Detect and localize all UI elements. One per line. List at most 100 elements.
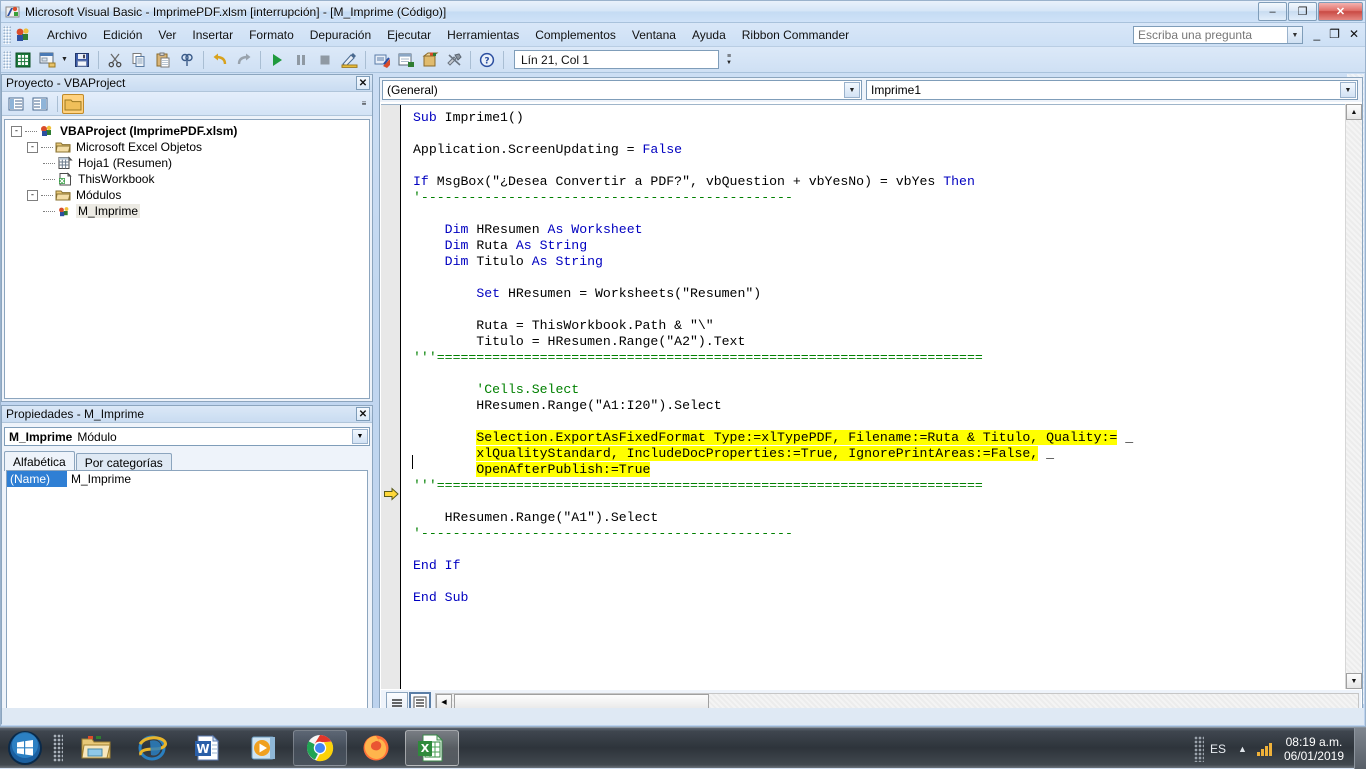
clock[interactable]: 08:19 a.m. 06/01/2019 xyxy=(1284,735,1344,763)
find-icon[interactable] xyxy=(176,49,198,71)
chevron-down-icon[interactable]: ▼ xyxy=(352,429,368,444)
code-line[interactable] xyxy=(413,158,1345,174)
menu-formato[interactable]: Formato xyxy=(241,25,302,45)
procedure-dropdown[interactable]: Imprime1 ▼ xyxy=(866,80,1358,100)
mdi-restore-button[interactable]: ❐ xyxy=(1329,27,1340,41)
maximize-button[interactable]: ❐ xyxy=(1288,2,1317,21)
tree-item-excel-objects[interactable]: - Microsoft Excel Objetos xyxy=(5,139,369,155)
code-line[interactable]: 'Cells.Select xyxy=(413,382,1345,398)
code-line[interactable] xyxy=(413,126,1345,142)
code-line[interactable] xyxy=(413,574,1345,590)
show-desktop-button[interactable] xyxy=(1354,728,1366,769)
tab-alfabetica[interactable]: Alfabética xyxy=(4,451,75,471)
run-icon[interactable] xyxy=(266,49,288,71)
tray-grip[interactable] xyxy=(1194,736,1204,762)
code-editor-area[interactable]: Sub Imprime1() Application.ScreenUpdatin… xyxy=(381,104,1345,689)
code-line[interactable]: Dim Titulo As String xyxy=(413,254,1345,270)
expander-icon[interactable]: - xyxy=(27,142,38,153)
code-line[interactable]: End Sub xyxy=(413,590,1345,606)
property-row[interactable]: (Name) M_Imprime xyxy=(7,471,367,488)
menu-ayuda[interactable]: Ayuda xyxy=(684,25,734,45)
menu-grip[interactable] xyxy=(3,26,11,44)
taskbar-chrome-icon[interactable] xyxy=(293,730,347,766)
mdi-minimize-button[interactable]: _ xyxy=(1313,27,1320,41)
redo-icon[interactable] xyxy=(233,49,255,71)
save-icon[interactable] xyxy=(71,49,93,71)
code-line[interactable]: '---------------------------------------… xyxy=(413,526,1345,542)
insert-userform-icon[interactable] xyxy=(36,49,58,71)
tree-item-m-imprime[interactable]: M_Imprime xyxy=(5,203,369,219)
code-margin-indicator-bar[interactable] xyxy=(381,105,401,689)
properties-object-combo[interactable]: M_Imprime Módulo ▼ xyxy=(4,427,370,446)
object-browser-icon[interactable] xyxy=(419,49,441,71)
undo-icon[interactable] xyxy=(209,49,231,71)
code-line[interactable]: Application.ScreenUpdating = False xyxy=(413,142,1345,158)
code-line[interactable] xyxy=(413,302,1345,318)
view-object-icon[interactable] xyxy=(29,94,51,114)
code-line[interactable]: '''=====================================… xyxy=(413,350,1345,366)
project-tree[interactable]: - VBAProject (ImprimePDF.xlsm) - xyxy=(4,119,370,399)
code-line[interactable] xyxy=(413,366,1345,382)
code-line[interactable] xyxy=(413,494,1345,510)
menu-archivo[interactable]: Archivo xyxy=(39,25,95,45)
menu-herramientas[interactable]: Herramientas xyxy=(439,25,527,45)
code-vertical-scrollbar[interactable]: ▲ ▼ xyxy=(1345,104,1361,689)
code-line[interactable]: Sub Imprime1() xyxy=(413,110,1345,126)
mdi-close-button[interactable]: ✕ xyxy=(1349,27,1359,41)
start-button[interactable] xyxy=(2,729,48,767)
tree-item-hoja1[interactable]: Hoja1 (Resumen) xyxy=(5,155,369,171)
menu-complementos[interactable]: Complementos xyxy=(527,25,624,45)
menu-insertar[interactable]: Insertar xyxy=(184,25,241,45)
code-line[interactable] xyxy=(413,542,1345,558)
chevron-down-icon[interactable]: ▼ xyxy=(1340,82,1356,98)
menu-depuracion[interactable]: Depuración xyxy=(302,25,379,45)
ask-a-question-box[interactable]: Escriba una pregunta ▼ xyxy=(1133,26,1303,44)
tab-por-categorias[interactable]: Por categorías xyxy=(76,453,172,471)
toolbar-overflow-icon[interactable]: ≡▼ xyxy=(723,50,735,70)
toggle-folders-icon[interactable] xyxy=(62,94,84,114)
project-toolbar-overflow-icon[interactable]: ≡ xyxy=(358,95,370,111)
code-line[interactable]: Set HResumen = Worksheets("Resumen") xyxy=(413,286,1345,302)
expander-icon[interactable]: - xyxy=(11,126,22,137)
taskbar-word-icon[interactable]: W xyxy=(181,730,235,766)
property-value[interactable]: M_Imprime xyxy=(67,472,367,486)
language-indicator[interactable]: ES xyxy=(1210,742,1226,756)
project-panel-close-button[interactable]: ✕ xyxy=(356,76,370,90)
menu-ventana[interactable]: Ventana xyxy=(624,25,684,45)
tree-item-vbaproject[interactable]: - VBAProject (ImprimePDF.xlsm) xyxy=(5,123,369,139)
code-line[interactable]: '---------------------------------------… xyxy=(413,190,1345,206)
taskbar-internet-explorer-icon[interactable] xyxy=(125,730,179,766)
design-mode-icon[interactable] xyxy=(338,49,360,71)
chevron-down-icon[interactable]: ▼ xyxy=(844,82,860,98)
toolbar-grip[interactable] xyxy=(3,51,11,69)
chevron-down-icon[interactable]: ▼ xyxy=(1287,27,1302,43)
taskbar-explorer-icon[interactable] xyxy=(69,730,123,766)
taskbar-media-player-icon[interactable] xyxy=(237,730,291,766)
scroll-up-icon[interactable]: ▲ xyxy=(1346,104,1362,120)
code-line[interactable]: Selection.ExportAsFixedFormat Type:=xlTy… xyxy=(413,430,1345,446)
taskbar-grip[interactable] xyxy=(53,734,63,762)
project-explorer-icon[interactable] xyxy=(371,49,393,71)
code-line[interactable]: '''=====================================… xyxy=(413,478,1345,494)
tree-item-modulos[interactable]: - Módulos xyxy=(5,187,369,203)
code-line[interactable]: Titulo = HResumen.Range("A2").Text xyxy=(413,334,1345,350)
menu-ver[interactable]: Ver xyxy=(150,25,184,45)
taskbar-excel-icon[interactable]: X xyxy=(405,730,459,766)
copy-icon[interactable] xyxy=(128,49,150,71)
taskbar-firefox-icon[interactable] xyxy=(349,730,403,766)
close-button[interactable]: ✕ xyxy=(1318,2,1363,21)
menu-ribbon-commander[interactable]: Ribbon Commander xyxy=(734,25,857,45)
properties-panel-close-button[interactable]: ✕ xyxy=(356,407,370,421)
show-hidden-icons-button[interactable]: ▲ xyxy=(1238,744,1247,754)
code-text[interactable]: Sub Imprime1() Application.ScreenUpdatin… xyxy=(402,105,1345,689)
code-line[interactable]: Dim HResumen As Worksheet xyxy=(413,222,1345,238)
code-line[interactable] xyxy=(413,270,1345,286)
cut-icon[interactable] xyxy=(104,49,126,71)
pause-icon[interactable] xyxy=(290,49,312,71)
code-line[interactable]: xlQualityStandard, IncludeDocProperties:… xyxy=(413,446,1345,462)
code-line[interactable]: HResumen.Range("A1").Select xyxy=(413,510,1345,526)
code-line[interactable]: Dim Ruta As String xyxy=(413,238,1345,254)
properties-grid[interactable]: (Name) M_Imprime xyxy=(6,470,368,719)
tree-item-thisworkbook[interactable]: ThisWorkbook xyxy=(5,171,369,187)
network-signal-icon[interactable] xyxy=(1257,742,1272,756)
